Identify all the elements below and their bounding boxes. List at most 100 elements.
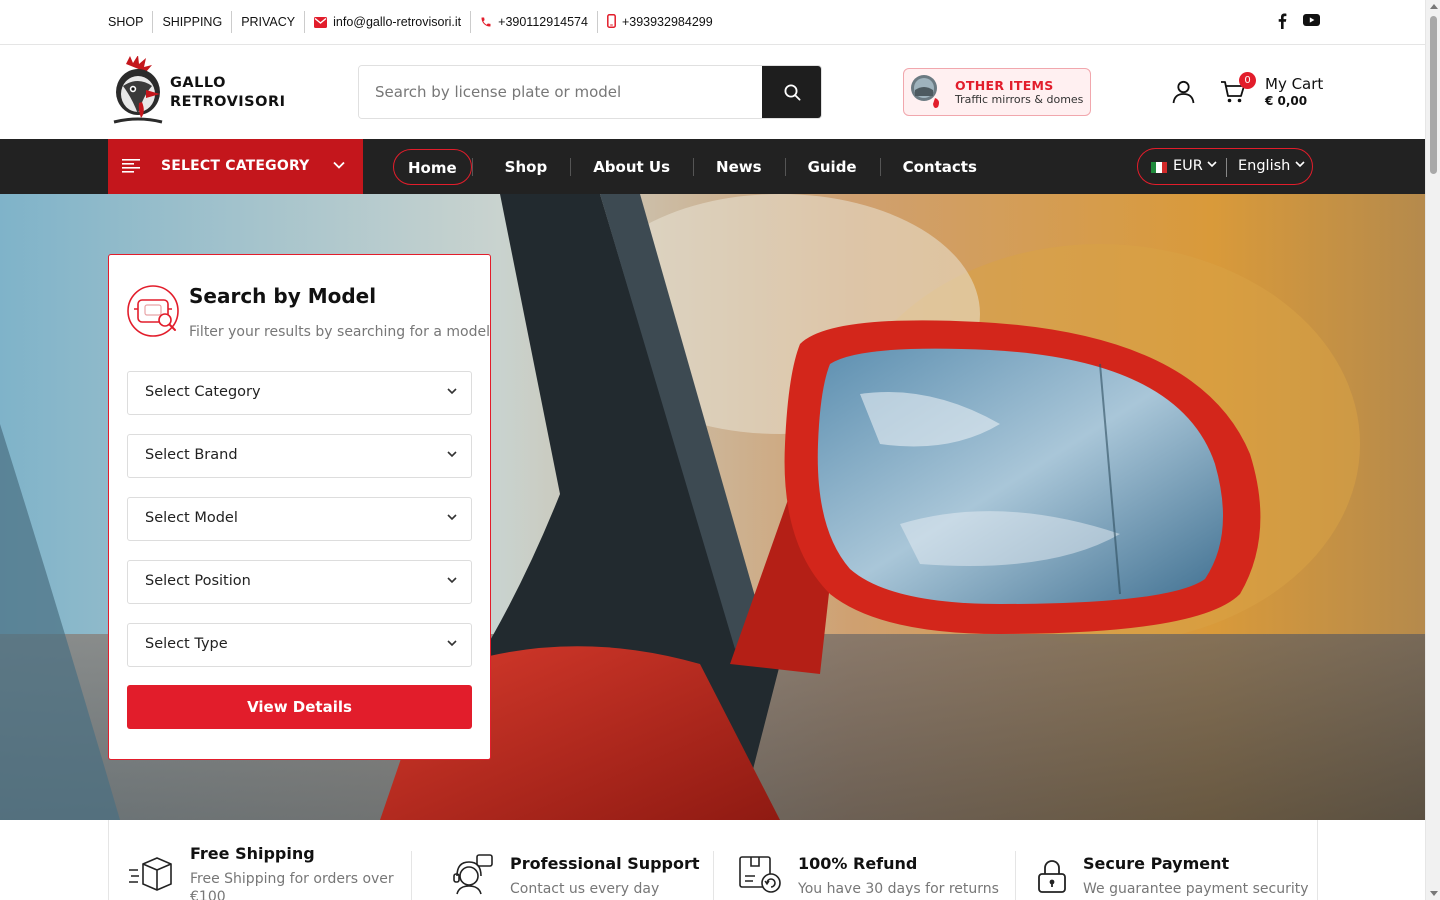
logo-line-2: RETROVISORI [170, 94, 286, 110]
other-items-subtitle: Traffic mirrors & domes [955, 93, 1084, 106]
email-text: info@gallo-retrovisori.it [333, 15, 462, 29]
logo-line-1: GALLO [170, 75, 226, 91]
nav-item-news[interactable]: News [693, 149, 785, 185]
view-details-button[interactable]: View Details [127, 685, 472, 729]
cart-total: € 0,00 [1265, 94, 1308, 108]
nav-item-guide[interactable]: Guide [784, 149, 880, 185]
scroll-up-arrow-icon[interactable] [1430, 4, 1438, 9]
feature-desc: Free Shipping for orders over €100 [190, 871, 394, 900]
mobile-text: +393932984299 [621, 15, 713, 29]
top-link-shipping[interactable]: SHIPPING [153, 11, 233, 33]
search-button[interactable] [762, 66, 821, 118]
nav-menu: Home Shop About Us News Guide Contacts [393, 149, 1000, 185]
feature-title: Free Shipping [190, 844, 315, 863]
top-links: SHOP SHIPPING PRIVACY info@gallo-retrovi… [108, 0, 722, 44]
cart-label: My Cart [1265, 75, 1324, 93]
mail-icon [314, 17, 328, 28]
features-strip: Free Shipping Free Shipping for orders o… [108, 820, 1318, 900]
facebook-icon[interactable] [1275, 13, 1289, 29]
youtube-icon[interactable] [1303, 13, 1320, 27]
language-value: English [1238, 158, 1291, 174]
locale-divider [1226, 158, 1227, 177]
scroll-down-arrow-icon[interactable] [1430, 891, 1438, 896]
select-category-label: SELECT CATEGORY [161, 158, 310, 174]
feature-divider [411, 851, 412, 900]
scrollbar-thumb[interactable] [1430, 16, 1437, 174]
feature-title: 100% Refund [798, 854, 918, 873]
top-email-link[interactable]: info@gallo-retrovisori.it [305, 11, 472, 33]
search-icon [784, 84, 800, 100]
top-bar: SHOP SHIPPING PRIVACY info@gallo-retrovi… [0, 0, 1425, 45]
page-scrollbar[interactable] [1425, 0, 1440, 900]
main-nav: SELECT CATEGORY Home Shop About Us News … [0, 139, 1425, 194]
padlock-icon [1038, 860, 1066, 893]
other-items-title: OTHER ITEMS [955, 78, 1054, 93]
top-mobile-link[interactable]: +393932984299 [598, 11, 722, 33]
car-search-icon [127, 285, 179, 337]
logo-text: GALLO RETROVISORI [170, 74, 286, 112]
feature-professional-support: Professional Support Contact us every da… [449, 820, 709, 900]
nav-item-about-us[interactable]: About Us [570, 149, 693, 185]
user-icon [1172, 80, 1195, 104]
chevron-down-icon [1207, 161, 1218, 168]
chevron-down-icon [1295, 161, 1305, 168]
feature-title: Secure Payment [1083, 854, 1230, 873]
search-bar [358, 65, 822, 119]
cart-count-badge: 0 [1239, 72, 1256, 89]
feature-divider [1015, 851, 1016, 900]
search-input[interactable] [359, 66, 762, 118]
site-header: GALLO RETROVISORI OTHER ITEMS Traffic mi… [0, 45, 1425, 139]
other-items-banner[interactable]: OTHER ITEMS Traffic mirrors & domes [903, 68, 1091, 116]
chevron-down-icon [447, 514, 457, 521]
site-logo[interactable]: GALLO RETROVISORI [108, 56, 286, 128]
select-type-text: Select Type [145, 636, 228, 652]
cart-summary[interactable]: My Cart € 0,00 [1265, 75, 1323, 108]
search-by-model-panel: Search by Model Filter your results by s… [108, 254, 491, 760]
top-link-shop[interactable]: SHOP [108, 11, 154, 33]
refund-box-icon [739, 856, 781, 893]
currency-value: EUR [1173, 158, 1203, 174]
feature-desc: Contact us every day [510, 881, 660, 897]
top-link-privacy[interactable]: PRIVACY [232, 11, 306, 33]
italy-flag-icon [1151, 162, 1167, 173]
top-phone-link[interactable]: +390112914574 [471, 11, 598, 33]
menu-icon [122, 159, 140, 173]
chevron-down-icon [447, 577, 457, 584]
locale-switcher: EUR English [1137, 148, 1313, 185]
nav-item-home[interactable]: Home [393, 149, 472, 185]
select-model-field[interactable]: Select Model [127, 497, 472, 541]
chevron-down-icon [447, 388, 457, 395]
feature-secure-payment: Secure Payment We guarantee payment secu… [1037, 820, 1309, 900]
feature-desc: We guarantee payment security [1083, 881, 1309, 897]
cart-button[interactable]: 0 [1220, 72, 1256, 108]
select-brand-text: Select Brand [145, 447, 238, 463]
select-type-field[interactable]: Select Type [127, 623, 472, 667]
select-category-dropdown[interactable]: SELECT CATEGORY [108, 139, 363, 194]
feature-free-shipping: Free Shipping Free Shipping for orders o… [129, 820, 409, 900]
select-position-text: Select Position [145, 573, 251, 589]
mobile-icon [607, 14, 616, 28]
chevron-down-icon [447, 640, 457, 647]
select-position-field[interactable]: Select Position [127, 560, 472, 604]
nav-item-contacts[interactable]: Contacts [879, 149, 1000, 185]
select-category-text: Select Category [145, 384, 261, 400]
chevron-down-icon [333, 161, 345, 169]
select-brand-field[interactable]: Select Brand [127, 434, 472, 478]
currency-select[interactable]: EUR [1173, 158, 1218, 174]
feature-divider [713, 851, 714, 900]
feature-title: Professional Support [510, 854, 700, 873]
phone-text: +390112914574 [498, 15, 588, 29]
language-select[interactable]: English [1238, 158, 1305, 174]
shipping-box-icon [129, 857, 172, 891]
rooster-logo-icon [113, 56, 163, 124]
select-model-text: Select Model [145, 510, 238, 526]
feature-desc: You have 30 days for returns [798, 881, 999, 897]
panel-title: Search by Model [189, 284, 377, 308]
traffic-mirror-thumbnail-icon [911, 75, 939, 108]
phone-icon [481, 17, 491, 27]
account-button[interactable] [1172, 80, 1195, 108]
social-links [1275, 13, 1320, 29]
nav-item-shop[interactable]: Shop [471, 149, 571, 185]
feature-refund: 100% Refund You have 30 days for returns [739, 820, 1019, 900]
select-category-field[interactable]: Select Category [127, 371, 472, 415]
